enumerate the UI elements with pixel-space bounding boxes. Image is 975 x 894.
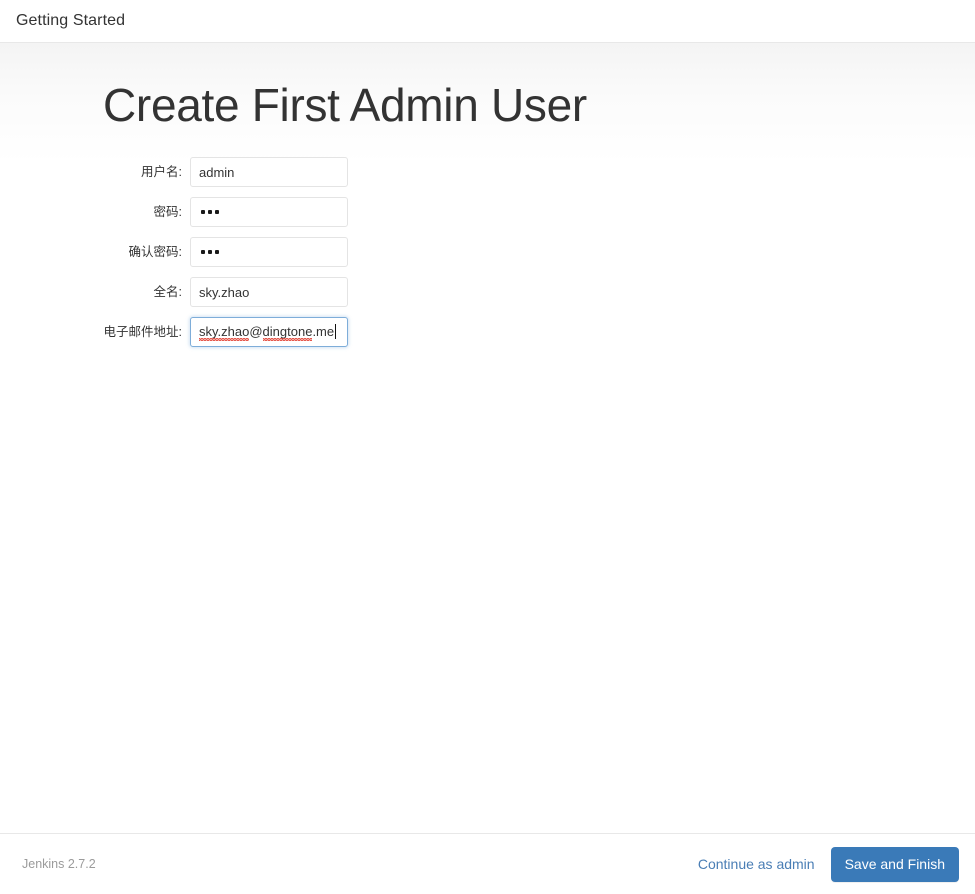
- form-row-email: 电子邮件地址: sky.zhao@dingtone.me: [103, 316, 523, 349]
- form-row-username: 用户名: admin: [103, 156, 523, 189]
- username-input-value: admin: [199, 164, 235, 180]
- email-value-part-tail: .me: [312, 323, 335, 339]
- footer-bar: Jenkins 2.7.2 Continue as admin Save and…: [0, 833, 975, 894]
- header-title: Getting Started: [16, 12, 126, 29]
- confirm-password-input[interactable]: [190, 237, 348, 268]
- app-header: Getting Started: [0, 0, 975, 43]
- password-input[interactable]: [190, 197, 348, 228]
- email-value-part-misspelled-two: dingtone: [262, 323, 313, 341]
- form-row-confirm-password: 确认密码:: [103, 236, 523, 269]
- password-dot: [208, 250, 212, 255]
- main-content-area: Create First Admin User 用户名: admin 密码: 确…: [0, 43, 975, 833]
- label-username: 用户名:: [141, 164, 182, 179]
- setup-panel: Create First Admin User 用户名: admin 密码: 确…: [0, 43, 975, 349]
- form-row-fullname: 全名: sky.zhao: [103, 276, 523, 309]
- email-input[interactable]: sky.zhao@dingtone.me: [190, 317, 348, 348]
- label-confirm-password: 确认密码:: [128, 244, 182, 259]
- text-caret: [335, 323, 337, 339]
- email-value-part-at: @: [249, 323, 263, 339]
- save-and-finish-button[interactable]: Save and Finish: [830, 846, 959, 882]
- email-value-part-misspelled-one: sky.zhao: [199, 323, 250, 341]
- admin-user-form: 用户名: admin 密码: 确认密码: 全名: sky.zhao 电子邮件地址…: [103, 156, 523, 349]
- password-mask-dots: [199, 210, 219, 215]
- fullname-input-value: sky.zhao: [199, 284, 250, 300]
- username-input[interactable]: admin: [190, 157, 348, 188]
- password-dot: [208, 210, 212, 215]
- label-email: 电子邮件地址:: [103, 324, 182, 339]
- label-password: 密码:: [153, 204, 182, 219]
- confirm-password-mask-dots: [199, 250, 219, 255]
- password-dot: [201, 250, 205, 255]
- password-dot: [215, 250, 219, 255]
- jenkins-setup-wizard-page: Getting Started Create First Admin User …: [0, 0, 975, 894]
- form-row-password: 密码:: [103, 196, 523, 229]
- jenkins-version-label: Jenkins 2.7.2: [22, 856, 96, 871]
- password-dot: [215, 210, 219, 215]
- email-input-value: sky.zhao@dingtone.me: [199, 323, 337, 341]
- footer-actions: Continue as admin Save and Finish: [698, 846, 959, 882]
- continue-as-admin-link[interactable]: Continue as admin: [698, 857, 815, 871]
- password-dot: [201, 210, 205, 215]
- page-title: Create First Admin User: [103, 79, 587, 131]
- fullname-input[interactable]: sky.zhao: [190, 277, 348, 308]
- label-fullname: 全名:: [153, 284, 182, 299]
